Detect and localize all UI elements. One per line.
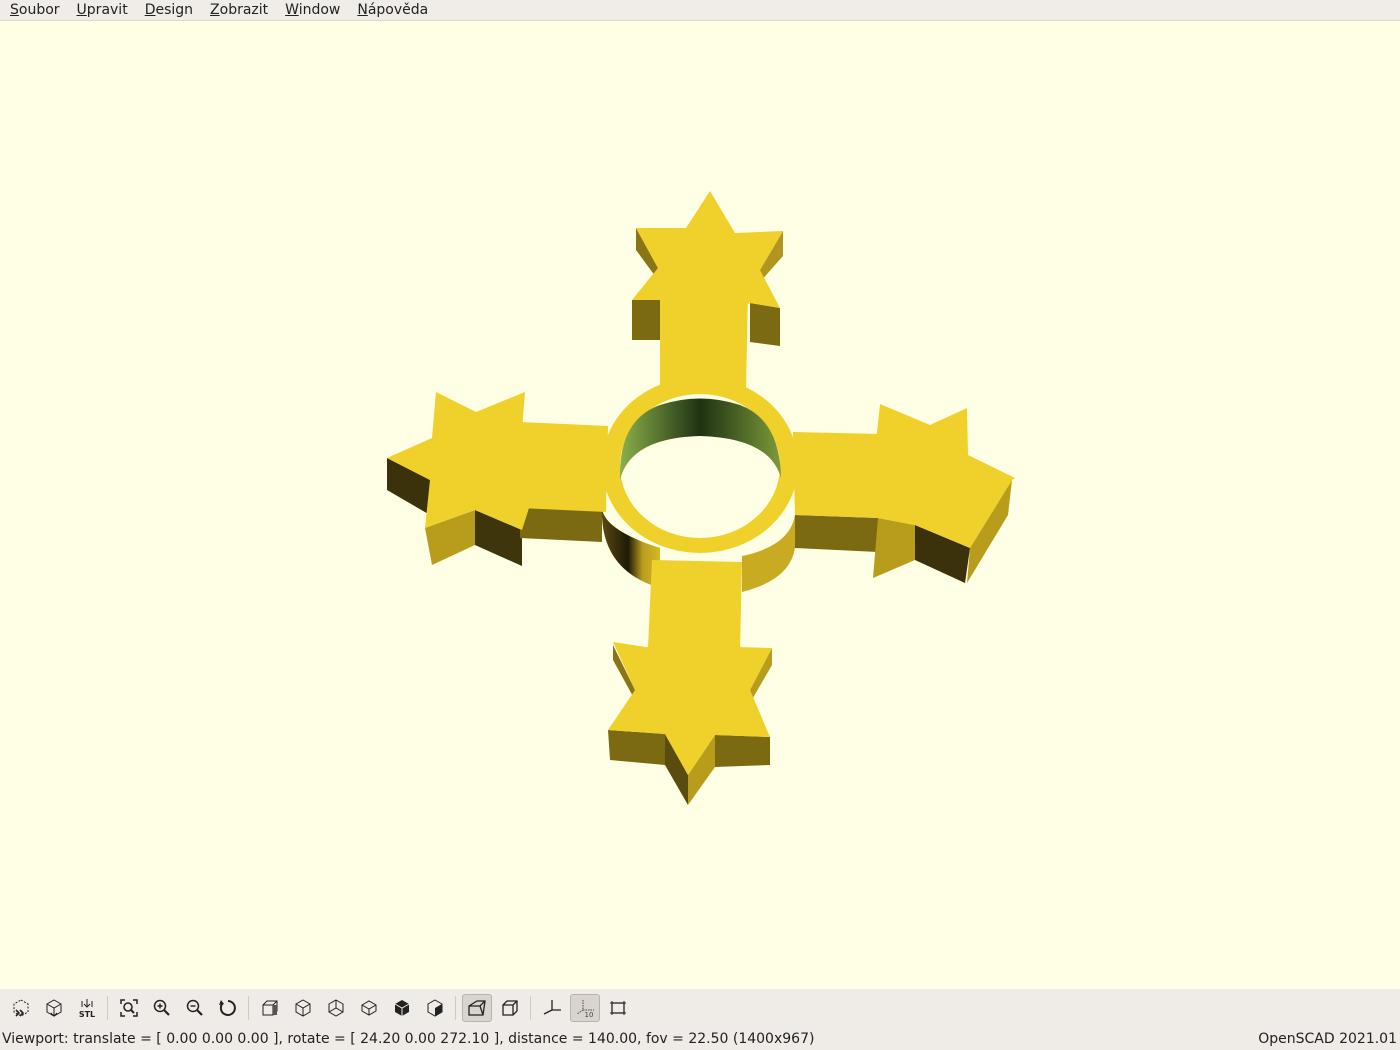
toolbar-separator bbox=[107, 996, 108, 1020]
toolbar-separator bbox=[455, 996, 456, 1020]
show-axes-icon bbox=[543, 1000, 561, 1015]
svg-text:10: 10 bbox=[584, 1011, 593, 1019]
zoom-in-button[interactable] bbox=[147, 994, 177, 1022]
show-scale-icon: 10 bbox=[576, 1000, 594, 1019]
center-hole bbox=[619, 394, 781, 538]
orthogonal-button[interactable] bbox=[495, 994, 525, 1022]
viewport-status-text: Viewport: translate = [ 0.00 0.00 0.00 ]… bbox=[2, 1030, 815, 1047]
reset-view-icon bbox=[218, 1000, 236, 1016]
statusbar: Viewport: translate = [ 0.00 0.00 0.00 ]… bbox=[0, 1027, 1400, 1050]
svg-text:STL: STL bbox=[78, 1010, 94, 1019]
view-back-icon bbox=[427, 999, 442, 1017]
zoom-in-icon bbox=[153, 999, 170, 1016]
view-bottom-icon bbox=[328, 999, 343, 1017]
export-stl-icon: STL bbox=[78, 999, 95, 1019]
view-right-icon bbox=[262, 1000, 277, 1016]
view-top-button[interactable] bbox=[288, 994, 318, 1022]
render-button[interactable] bbox=[39, 994, 69, 1022]
view-back-button[interactable] bbox=[420, 994, 450, 1022]
view-bottom-button[interactable] bbox=[321, 994, 351, 1022]
app-version-label: OpenSCAD 2021.01 bbox=[1258, 1030, 1397, 1047]
view-toolbar: STL 10 bbox=[0, 989, 1400, 1027]
perspective-button[interactable] bbox=[461, 994, 492, 1022]
view-all-button[interactable] bbox=[114, 994, 144, 1022]
preview-icon bbox=[13, 999, 28, 1017]
view-front-button[interactable] bbox=[387, 994, 417, 1022]
show-edges-button[interactable] bbox=[603, 994, 633, 1022]
show-edges-icon bbox=[609, 1001, 626, 1015]
render-icon bbox=[46, 999, 61, 1017]
menu-window[interactable]: Window bbox=[275, 0, 347, 21]
menu-napoveda[interactable]: Nápověda bbox=[347, 0, 435, 21]
show-scale-button[interactable]: 10 bbox=[569, 994, 600, 1022]
view-left-icon bbox=[361, 1000, 376, 1016]
preview-button[interactable] bbox=[6, 994, 36, 1022]
show-axes-button[interactable] bbox=[537, 994, 567, 1022]
view-left-button[interactable] bbox=[354, 994, 384, 1022]
menu-zobrazit[interactable]: Zobrazit bbox=[200, 0, 275, 21]
zoom-out-icon bbox=[186, 999, 203, 1016]
reset-view-button[interactable] bbox=[213, 994, 243, 1022]
menu-design[interactable]: Design bbox=[135, 0, 200, 21]
export-stl-button[interactable]: STL bbox=[72, 994, 102, 1022]
menu-upravit[interactable]: Upravit bbox=[67, 0, 135, 21]
view-front-icon bbox=[394, 1000, 409, 1016]
zoom-out-button[interactable] bbox=[180, 994, 210, 1022]
toolbar-separator bbox=[530, 996, 531, 1020]
toolbar-separator bbox=[248, 996, 249, 1020]
view-right-button[interactable] bbox=[255, 994, 285, 1022]
rendered-model bbox=[387, 191, 1015, 805]
orthogonal-icon bbox=[501, 1000, 518, 1016]
view-top-icon bbox=[295, 999, 310, 1017]
view-all-icon bbox=[119, 999, 138, 1017]
menu-soubor[interactable]: Soubor bbox=[0, 0, 67, 21]
menubar: Soubor Upravit Design Zobrazit Window Ná… bbox=[0, 0, 1400, 21]
3d-viewport[interactable] bbox=[0, 22, 1400, 989]
perspective-icon bbox=[467, 1000, 486, 1016]
